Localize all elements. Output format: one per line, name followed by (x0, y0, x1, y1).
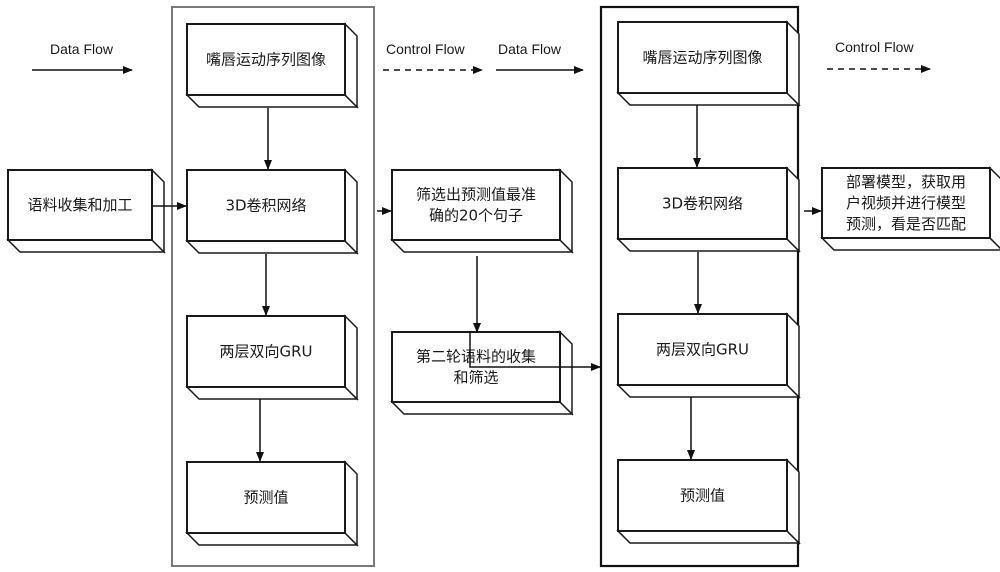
stage1-lip-images-box: 嘴唇运动序列图像 (185, 22, 359, 109)
box-bottom-face (616, 384, 801, 398)
box-label: 和筛选 (453, 369, 498, 387)
box-bottom-face (185, 386, 359, 400)
box-label: 两层双向GRU (656, 341, 749, 359)
box-right-face (151, 168, 165, 254)
stage1-prediction-box: 预测值 (185, 460, 359, 547)
box-label: 3D卷积网络 (225, 197, 306, 215)
corpus-collection-box: 语料收集和加工 (6, 168, 166, 254)
deploy-box: 部署模型，获取用户视频并进行模型预测，看是否匹配 (820, 166, 1000, 251)
box-label: 筛选出预测值最准 (416, 186, 536, 204)
flow-diagram: Data Flow Control Flow Data Flow Control… (6, 5, 1000, 568)
box-label: 语料收集和加工 (27, 196, 132, 214)
box-bottom-face (820, 237, 1000, 251)
legend-label: Data Flow (498, 41, 562, 57)
s2-bigru-box: 两层双向GRU (616, 312, 801, 399)
box-right-face (344, 460, 358, 547)
box-right-face (344, 168, 358, 255)
box-right-face (559, 168, 573, 254)
box-label: 嘴唇运动序列图像 (206, 51, 326, 69)
box-right-face (344, 314, 358, 401)
box-bottom-face (390, 239, 574, 253)
stage1-3d-cnn-box: 3D卷积网络 (185, 168, 359, 255)
box-bottom-face (185, 94, 359, 108)
box-right-face (559, 330, 573, 416)
box-label: 第二轮语料的收集 (416, 348, 536, 366)
s2-lip-images-box: 嘴唇运动序列图像 (616, 20, 801, 107)
box-bottom-face (390, 401, 574, 415)
legend-label: Control Flow (386, 41, 465, 57)
second-round-box: 第二轮语料的收集和筛选 (390, 330, 574, 416)
box-bottom-face (6, 239, 166, 253)
box-bottom-face (185, 240, 359, 254)
box-right-face (344, 22, 358, 109)
box-bottom-face (616, 238, 801, 252)
s2-3d-cnn-box: 3D卷积网络 (616, 166, 801, 253)
box-label: 两层双向GRU (219, 343, 312, 361)
box-label: 部署模型，获取用 (846, 173, 966, 191)
box-label: 确的20个句子 (429, 207, 523, 225)
box-right-face (786, 166, 800, 253)
legend-control-flow-1: Control Flow (383, 41, 483, 74)
box-right-face (786, 458, 800, 545)
box-front-face (391, 169, 561, 241)
box-label: 预测值 (243, 489, 288, 507)
s2-prediction-box: 预测值 (616, 458, 801, 545)
legend-control-flow-2: Control Flow (827, 39, 931, 73)
box-right-face (786, 20, 800, 107)
box-bottom-face (616, 92, 801, 106)
legend-data-flow-2: Data Flow (496, 41, 584, 74)
box-right-face (786, 312, 800, 399)
box-right-face (989, 166, 1000, 250)
stage1-bigru-box: 两层双向GRU (185, 314, 359, 401)
legend-data-flow-1: Data Flow (32, 41, 133, 74)
legend-label: Control Flow (835, 39, 914, 55)
legend-label: Data Flow (50, 41, 114, 57)
box-bottom-face (185, 532, 359, 546)
box-label: 嘴唇运动序列图像 (642, 49, 762, 67)
box-label: 预测，看是否匹配 (846, 215, 966, 233)
box-bottom-face (616, 530, 801, 544)
box-label: 预测值 (680, 487, 725, 505)
box-label: 3D卷积网络 (662, 195, 743, 213)
box-label: 户视频并进行模型 (846, 194, 966, 212)
select-top20-box: 筛选出预测值最准确的20个句子 (390, 168, 574, 254)
